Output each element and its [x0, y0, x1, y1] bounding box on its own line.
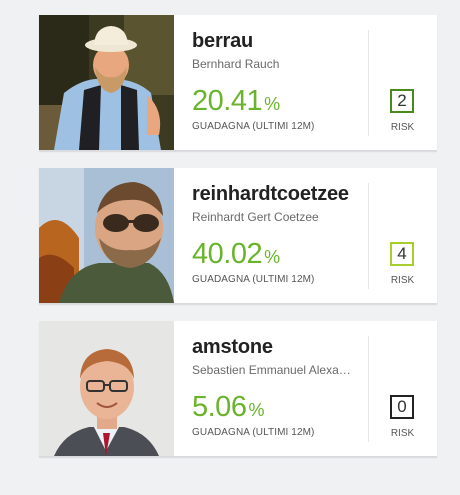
gain-unit: %	[264, 94, 281, 114]
trader-card-berrau[interactable]: berrau Bernhard Rauch 20.41% GUADAGNA (U…	[39, 15, 437, 151]
trader-full-name: Bernhard Rauch	[192, 57, 280, 71]
trader-card-reinhardtcoetzee[interactable]: reinhardtcoetzee Reinhardt Gert Coetzee …	[39, 168, 437, 304]
trader-avatar[interactable]	[39, 168, 174, 303]
gain-unit: %	[264, 247, 281, 267]
trader-avatar[interactable]	[39, 321, 174, 456]
gain-value: 40.02	[192, 238, 263, 270]
trader-full-name: Sebastien Emmanuel Alexa…	[192, 363, 351, 377]
risk-score-badge: 4	[390, 242, 414, 266]
trader-info: amstone Sebastien Emmanuel Alexa… 5.06% …	[192, 321, 392, 456]
gain-figure: 5.06%	[192, 391, 264, 424]
trader-info: reinhardtcoetzee Reinhardt Gert Coetzee …	[192, 168, 392, 303]
gain-figure: 40.02%	[192, 238, 280, 271]
risk-indicator: 0 RISK	[368, 321, 437, 456]
risk-label: RISK	[390, 275, 415, 286]
risk-indicator: 2 RISK	[368, 15, 437, 150]
risk-label: RISK	[390, 428, 415, 439]
trader-username[interactable]: reinhardtcoetzee	[192, 183, 349, 206]
gain-label: GUADAGNA (ULTIMI 12M)	[192, 121, 315, 132]
gain-label: GUADAGNA (ULTIMI 12M)	[192, 274, 315, 285]
trader-full-name: Reinhardt Gert Coetzee	[192, 210, 319, 224]
gain-figure: 20.41%	[192, 85, 280, 118]
gain-unit: %	[248, 400, 265, 420]
trader-username[interactable]: berrau	[192, 30, 253, 53]
risk-indicator: 4 RISK	[368, 168, 437, 303]
gain-value: 5.06	[192, 391, 247, 423]
gain-label: GUADAGNA (ULTIMI 12M)	[192, 427, 315, 438]
risk-label: RISK	[390, 122, 415, 133]
risk-score-badge: 2	[390, 89, 414, 113]
trader-avatar[interactable]	[39, 15, 174, 150]
trader-card-amstone[interactable]: amstone Sebastien Emmanuel Alexa… 5.06% …	[39, 321, 437, 457]
trader-username[interactable]: amstone	[192, 336, 273, 359]
trader-info: berrau Bernhard Rauch 20.41% GUADAGNA (U…	[192, 15, 392, 150]
risk-score-badge: 0	[390, 395, 414, 419]
gain-value: 20.41	[192, 85, 263, 117]
